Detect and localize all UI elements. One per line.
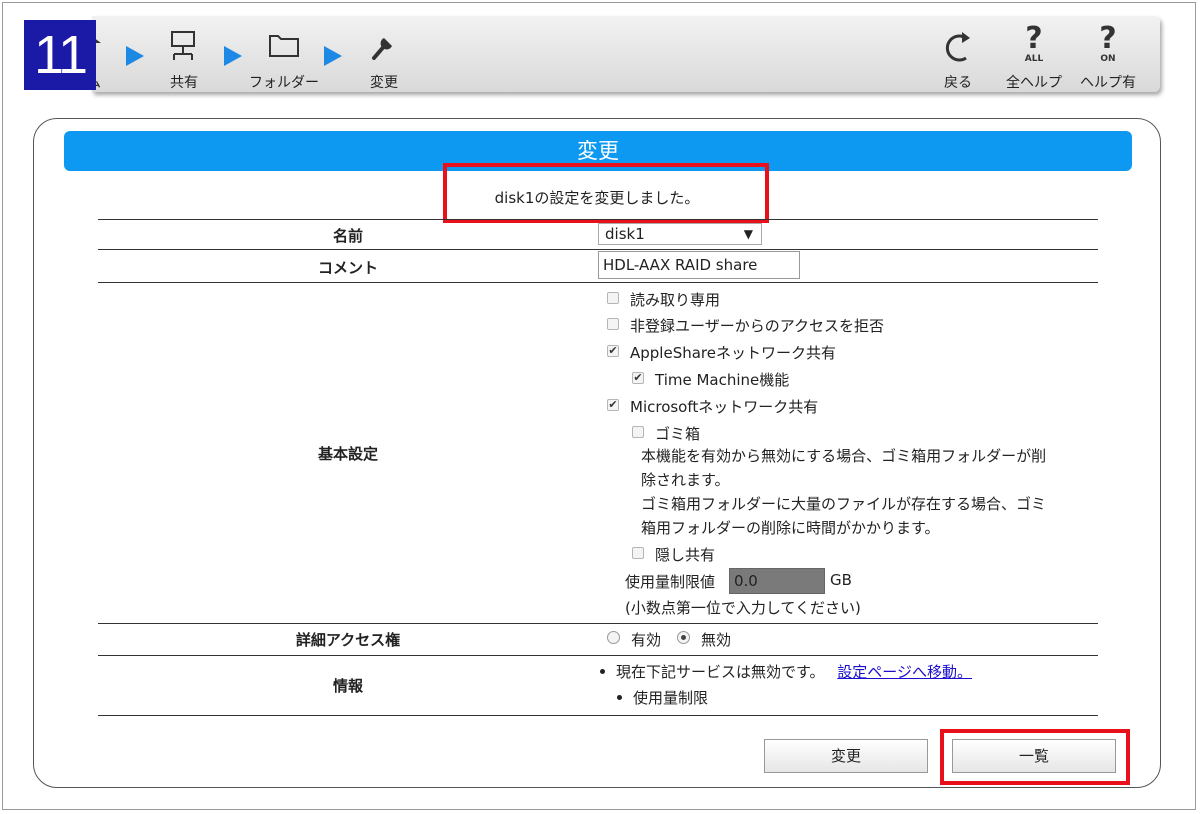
help-all-badge: ALL [1024,54,1044,64]
name-select-value: disk1 [605,225,645,243]
access-disabled-radio[interactable] [677,631,690,644]
readonly-label: 読み取り専用 [630,291,721,309]
time-machine-label: Time Machine機能 [655,371,790,389]
wrench-icon [344,28,424,64]
breadcrumb-change-label: 変更 [370,75,398,91]
top-toolbar: ム 共有 フォルダー 変更 [86,16,1160,92]
breadcrumb-folder[interactable]: フォルダー [244,16,324,92]
name-label: 名前 [332,227,363,245]
info-text: 現在下記サービスは無効です。 [616,663,825,681]
highlight-box-list [940,729,1130,785]
hidden-share-checkbox[interactable] [632,547,644,559]
settings-page-link[interactable]: 設定ページへ移動。 [837,663,972,681]
trash-note-line: ゴミ箱用フォルダーに大量のファイルが存在する場合、ゴミ [641,495,1047,513]
readonly-checkbox[interactable] [607,292,619,304]
microsoft-label: Microsoftネットワーク共有 [630,398,819,416]
help-on-label: ヘルプ有 [1080,75,1136,91]
table-divider [98,219,1098,220]
bullet-icon [600,669,605,674]
microsoft-checkbox[interactable]: ✔ [607,399,619,411]
trash-label: ゴミ箱 [655,425,701,443]
breadcrumb-folder-label: フォルダー [249,75,319,91]
breadcrumb-arrow-icon [126,46,144,66]
access-label: 詳細アクセス権 [295,631,401,649]
breadcrumb-arrow-icon [224,46,242,66]
back-label: 戻る [944,75,972,91]
back-button[interactable]: 戻る [922,16,994,92]
trash-note: 本機能を有効から無効にする場合、ゴミ箱用フォルダーが削 除されます。 ゴミ箱用フ… [641,444,1091,540]
quota-unit: GB [830,571,852,589]
access-enabled-label: 有効 [631,631,662,649]
access-enabled-radio[interactable] [607,631,620,644]
table-divider [98,623,1098,624]
help-on-button[interactable]: ? ON ヘルプ有 [1072,16,1144,92]
share-icon [144,28,224,64]
table-divider [98,655,1098,656]
trash-note-line: 本機能を有効から無効にする場合、ゴミ箱用フォルダーが削 [641,447,1047,465]
name-select[interactable]: disk1 ▼ [598,223,762,245]
help-all-label: 全ヘルプ [1006,75,1062,91]
breadcrumb-share-label: 共有 [170,75,198,91]
table-divider [98,715,1098,716]
chevron-down-icon: ▼ [743,227,753,241]
appleshare-checkbox[interactable]: ✔ [607,345,619,357]
deny-unregistered-checkbox[interactable] [607,318,619,330]
back-arrow-icon [922,24,994,68]
hidden-share-label: 隠し共有 [655,546,716,564]
breadcrumb-change[interactable]: 変更 [344,16,424,92]
trash-note-line: 箱用フォルダーの削除に時間がかかります。 [641,519,940,537]
basic-settings-label: 基本設定 [317,445,378,463]
deny-unregistered-label: 非登録ユーザーからのアクセスを拒否 [630,317,884,335]
info-text-line: 現在下記サービスは無効です。 設定ページへ移動。 [616,661,972,682]
help-on-icon: ? ON [1072,24,1144,68]
step-number-badge: 11 [24,20,96,90]
comment-label: コメント [317,259,378,277]
quota-hint: (小数点第一位で入力してください) [625,599,861,617]
breadcrumb-share[interactable]: 共有 [144,16,224,92]
highlight-box-message [443,163,769,223]
table-divider [98,282,1098,283]
help-all-icon: ? ALL [998,24,1070,68]
info-item: 使用量制限 [633,689,709,707]
change-panel: 変更 disk1の設定を変更しました。 名前 disk1 ▼ コメント HDL-… [33,118,1161,788]
help-all-button[interactable]: ? ALL 全ヘルプ [998,16,1070,92]
quota-label: 使用量制限値 [625,573,716,591]
comment-input[interactable]: HDL-AAX RAID share [598,251,800,279]
quota-input[interactable]: 0.0 [729,568,825,594]
folder-icon [244,28,324,64]
appleshare-label: AppleShareネットワーク共有 [630,344,836,362]
info-label: 情報 [332,677,363,695]
help-on-badge: ON [1100,54,1116,64]
bullet-icon [617,695,622,700]
access-disabled-label: 無効 [701,631,732,649]
time-machine-checkbox[interactable]: ✔ [632,372,644,384]
change-button[interactable]: 変更 [764,739,928,773]
table-divider [98,249,1098,250]
breadcrumb-arrow-icon [324,46,342,66]
trash-checkbox[interactable] [632,426,644,438]
trash-note-line: 除されます。 [641,471,730,489]
